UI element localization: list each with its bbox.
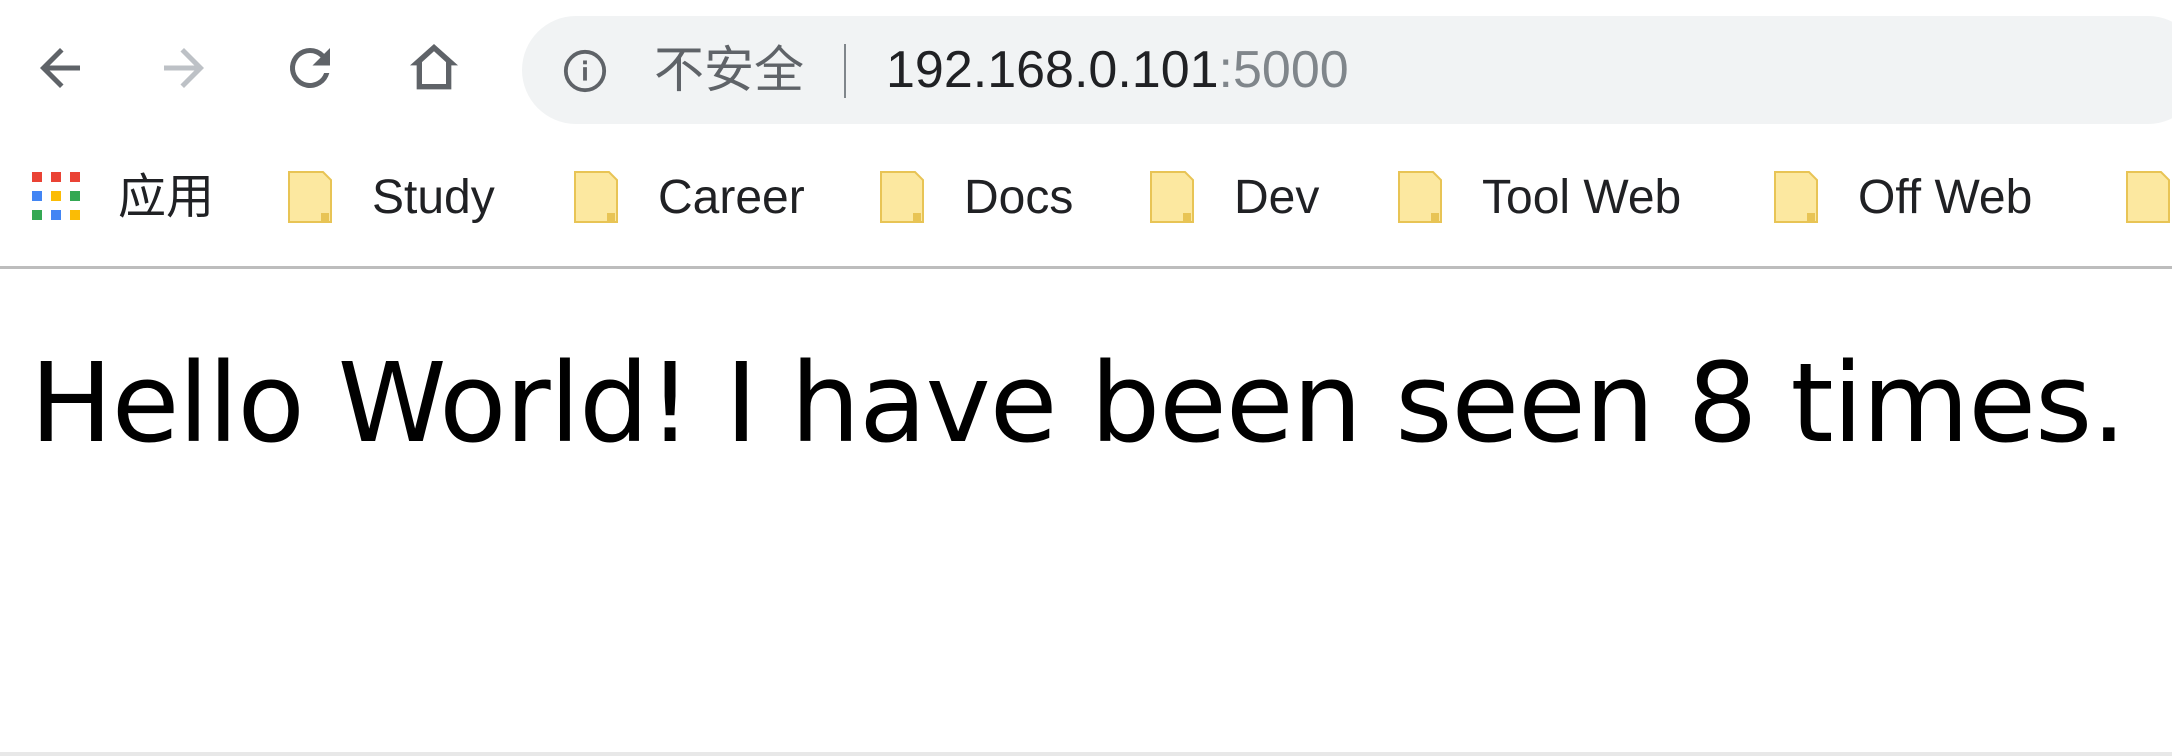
home-button[interactable] — [396, 30, 472, 106]
page-content: Hello World! I have been seen 8 times. — [0, 269, 2172, 756]
browser-toolbar: 不安全 192.168.0.101:5000 — [0, 0, 2172, 128]
bookmark-folder-overflow[interactable] — [2124, 152, 2172, 242]
apps-label[interactable]: 应用 — [118, 152, 214, 242]
address-bar[interactable]: 不安全 192.168.0.101:5000 — [522, 16, 2172, 124]
hello-message: Hello World! I have been seen 8 times. — [30, 339, 2126, 467]
folder-icon — [1398, 171, 1442, 223]
bookmarks-bar: 应用 Study Career Docs Dev Tool Web Off We… — [0, 152, 2172, 242]
info-icon[interactable] — [562, 48, 608, 94]
bottom-border — [0, 752, 2172, 756]
folder-icon — [1774, 171, 1818, 223]
bookmark-folder-dev[interactable]: Dev — [1148, 152, 1319, 242]
folder-icon — [1150, 171, 1194, 223]
arrow-right-icon — [164, 48, 204, 88]
bookmark-label: Docs — [964, 170, 1074, 224]
url-host: 192.168.0.101 — [886, 41, 1219, 99]
bookmark-label: Off Web — [1858, 170, 2033, 224]
back-button[interactable] — [22, 30, 98, 106]
reload-button[interactable] — [272, 30, 348, 106]
folder-icon — [288, 171, 332, 223]
forward-button[interactable] — [146, 30, 222, 106]
apps-grid-icon[interactable] — [30, 170, 82, 222]
folder-icon — [880, 171, 924, 223]
reload-icon — [289, 47, 330, 88]
bookmark-label: Dev — [1234, 170, 1320, 224]
bookmark-folder-docs[interactable]: Docs — [878, 152, 1073, 242]
folder-icon — [2126, 171, 2170, 223]
home-icon — [410, 44, 458, 90]
bookmark-folder-off-web[interactable]: Off Web — [1772, 152, 2032, 242]
bookmark-folder-study[interactable]: Study — [286, 152, 495, 242]
url-port: :5000 — [1218, 41, 1349, 99]
url-text[interactable]: 192.168.0.101:5000 — [886, 16, 1349, 124]
folder-icon — [574, 171, 618, 223]
bookmark-folder-career[interactable]: Career — [572, 152, 805, 242]
bookmark-label: Study — [372, 170, 495, 224]
arrow-left-icon — [40, 48, 80, 88]
security-status-label[interactable]: 不安全 — [654, 16, 804, 124]
bookmark-folder-tool-web[interactable]: Tool Web — [1396, 152, 1681, 242]
bookmark-label: Career — [658, 170, 805, 224]
bookmark-label: Tool Web — [1482, 170, 1682, 224]
omnibox-separator — [844, 44, 846, 98]
